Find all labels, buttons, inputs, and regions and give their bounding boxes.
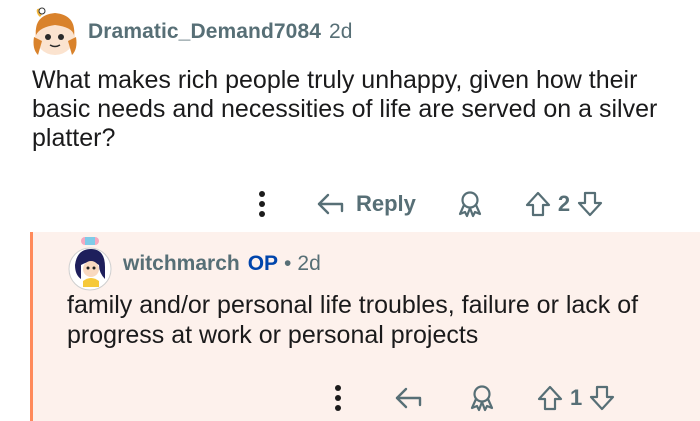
reply-button[interactable] bbox=[394, 386, 424, 410]
avatar[interactable] bbox=[28, 5, 82, 59]
downvote-icon[interactable] bbox=[576, 190, 604, 218]
reply-comment-actions: 1 bbox=[326, 376, 616, 420]
comment-author[interactable]: Dramatic_Demand7084 bbox=[88, 20, 321, 44]
comment-body: What makes rich people truly unhappy, gi… bbox=[32, 66, 658, 152]
vote-count: 2 bbox=[557, 191, 571, 216]
comment-author[interactable]: witchmarch bbox=[123, 252, 240, 276]
reply-arrow-icon bbox=[317, 193, 344, 215]
downvote-icon[interactable] bbox=[588, 384, 616, 412]
op-badge: OP bbox=[247, 252, 279, 275]
upvote-icon[interactable] bbox=[524, 190, 552, 218]
more-options-icon[interactable] bbox=[250, 187, 274, 221]
award-icon[interactable] bbox=[468, 384, 496, 412]
reply-label: Reply bbox=[356, 191, 416, 216]
upvote-icon[interactable] bbox=[536, 384, 564, 412]
comment-age: 2d bbox=[329, 20, 353, 43]
parent-comment-actions: Reply 2 bbox=[250, 182, 604, 226]
comment-body: family and/or personal life troubles, fa… bbox=[67, 291, 639, 349]
parent-comment-header: Dramatic_Demand7084 2d bbox=[28, 2, 352, 62]
comment-thread: Dramatic_Demand7084 2d What makes rich p… bbox=[0, 0, 700, 421]
avatar[interactable] bbox=[67, 235, 113, 293]
vote-control: 1 bbox=[536, 384, 616, 412]
comment-age: 2d bbox=[297, 252, 321, 275]
reply-button[interactable]: Reply bbox=[316, 191, 416, 217]
meta-separator: • bbox=[284, 252, 292, 275]
vote-control: 2 bbox=[524, 190, 604, 218]
more-options-icon[interactable] bbox=[326, 381, 350, 415]
vote-count: 1 bbox=[570, 385, 583, 410]
reply-arrow-icon bbox=[395, 387, 422, 409]
reply-comment-header: witchmarch OP • 2d bbox=[67, 234, 321, 294]
award-icon[interactable] bbox=[456, 190, 484, 218]
